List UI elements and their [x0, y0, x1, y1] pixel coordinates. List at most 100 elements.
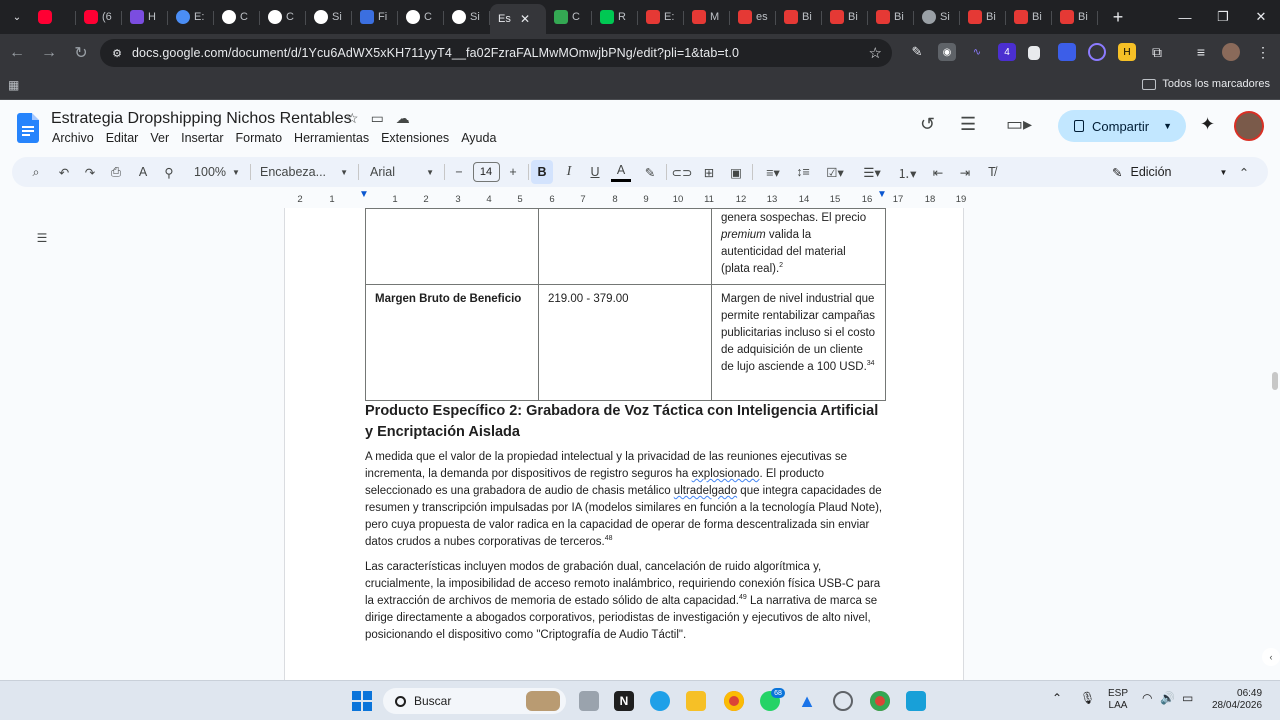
url-text[interactable]: docs.google.com/document/d/1Ycu6AdWX5xKH…: [132, 46, 739, 60]
bookmark-star-icon[interactable]: ☆: [869, 44, 882, 62]
new-tab-button[interactable]: +: [1104, 3, 1132, 31]
h-extension-icon[interactable]: H: [1118, 43, 1136, 61]
wifi-icon[interactable]: ◠: [1142, 691, 1152, 705]
browser-tab[interactable]: E:: [168, 3, 214, 31]
browser-tab[interactable]: Bi: [776, 3, 822, 31]
browser-tab[interactable]: Bi: [1052, 3, 1098, 31]
bulleted-list-icon[interactable]: ☰▾: [857, 157, 887, 187]
version-history-icon[interactable]: ↺: [920, 114, 935, 135]
browser-tab[interactable]: Fi: [352, 3, 398, 31]
section-heading[interactable]: Producto Específico 2: Grabadora de Voz …: [365, 401, 885, 443]
browser-tab[interactable]: Si: [444, 3, 490, 31]
clock-app-icon[interactable]: [833, 691, 853, 711]
spellcheck-word[interactable]: explosionado: [692, 468, 760, 480]
underline-icon[interactable]: U: [585, 157, 605, 187]
browser-tab[interactable]: Bi: [960, 3, 1006, 31]
volume-icon[interactable]: 🔊: [1160, 691, 1175, 705]
footnote-ref[interactable]: 49: [739, 594, 747, 601]
notion-icon[interactable]: N: [614, 691, 634, 711]
battery-icon[interactable]: ▭: [1182, 691, 1193, 705]
task-view-icon[interactable]: [579, 691, 599, 711]
restore-icon[interactable]: ❐: [1204, 0, 1242, 34]
wave-extension-icon[interactable]: ∿: [968, 43, 986, 61]
numbered-list-icon[interactable]: ⒈▾: [892, 157, 922, 187]
clear-formatting-icon[interactable]: T̸: [982, 157, 1002, 187]
browser-tab[interactable]: Si: [306, 3, 352, 31]
browser-tab[interactable]: Bi: [822, 3, 868, 31]
footnote-ref[interactable]: 48: [605, 535, 613, 542]
decrease-font-size-icon[interactable]: −: [452, 157, 466, 187]
row-label[interactable]: Margen Bruto de Beneficio: [365, 284, 539, 401]
purple-extension-icon[interactable]: [1058, 43, 1076, 61]
row-note[interactable]: Margen de nivel industrial que permite r…: [711, 284, 886, 401]
address-bar[interactable]: ⚙ docs.google.com/document/d/1Ycu6AdWX5x…: [100, 39, 892, 67]
share-button[interactable]: Compartir ▼: [1058, 110, 1186, 142]
scroll-thumb[interactable]: [1272, 372, 1278, 390]
extension-icon[interactable]: 4: [998, 43, 1016, 61]
footnote-ref[interactable]: 34: [867, 360, 875, 367]
spellcheck-word[interactable]: ultradelgado: [674, 485, 737, 497]
browser-tab[interactable]: C: [260, 3, 306, 31]
reload-icon[interactable]: ↻: [66, 38, 96, 68]
chrome-profile-icon[interactable]: [870, 691, 890, 711]
azure-icon[interactable]: ▲: [797, 691, 817, 711]
collapse-menus-icon[interactable]: ⌃: [1234, 157, 1254, 187]
browser-tab[interactable]: Si: [914, 3, 960, 31]
bookmark-extension-icon[interactable]: [1028, 46, 1040, 60]
apps-grid-icon[interactable]: ▦: [8, 78, 19, 92]
chrome-icon[interactable]: [724, 691, 744, 711]
browser-tab[interactable]: [30, 3, 76, 31]
forward-icon[interactable]: →: [34, 38, 64, 68]
browser-tab[interactable]: C: [546, 3, 592, 31]
comments-icon[interactable]: ☰: [960, 114, 976, 135]
tray-overflow-icon[interactable]: ⌃: [1052, 691, 1062, 705]
extensions-puzzle-icon[interactable]: ⧉: [1148, 43, 1166, 61]
style-select[interactable]: Encabeza... ▼: [260, 157, 348, 187]
row-value[interactable]: 219.00 - 379.00: [538, 284, 712, 401]
docs-logo[interactable]: [17, 113, 39, 143]
print-icon[interactable]: ⎙: [106, 157, 126, 187]
font-select[interactable]: Arial ▼: [370, 157, 434, 187]
link-icon[interactable]: ⊂⊃: [672, 157, 693, 187]
meet-icon[interactable]: ▭▸: [1006, 114, 1032, 135]
menu-archivo[interactable]: Archivo: [51, 131, 95, 145]
indent-marker-icon[interactable]: ▼: [359, 189, 369, 200]
browser-tab[interactable]: Bi: [1006, 3, 1052, 31]
clock[interactable]: 06:49 28/04/2026: [1212, 688, 1262, 712]
insert-image-icon[interactable]: ▣: [726, 157, 746, 187]
menu-kebab-icon[interactable]: ⋮: [1254, 43, 1272, 61]
cloud-saved-icon[interactable]: ☁: [396, 110, 410, 127]
back-icon[interactable]: ←: [2, 38, 32, 68]
browser-tab[interactable]: es: [730, 3, 776, 31]
edge-icon[interactable]: [650, 691, 670, 711]
star-icon[interactable]: ☆: [346, 110, 359, 127]
browser-tab[interactable]: C: [398, 3, 444, 31]
microphone-icon[interactable]: 🎙: [1080, 691, 1095, 705]
text-color-icon[interactable]: A: [611, 160, 631, 182]
browser-tab[interactable]: H: [122, 3, 168, 31]
decrease-indent-icon[interactable]: ⇤: [928, 157, 948, 187]
profile-avatar[interactable]: [1222, 43, 1240, 61]
input-language[interactable]: ESP LAA: [1108, 688, 1128, 712]
site-info-icon[interactable]: ⚙: [110, 46, 124, 60]
font-size-field[interactable]: 14: [471, 157, 501, 187]
italic-icon[interactable]: I: [559, 157, 579, 187]
body-paragraph[interactable]: A medida que el valor de la propiedad in…: [365, 449, 891, 551]
taskbar-search[interactable]: Buscar: [383, 688, 566, 714]
move-folder-icon[interactable]: ▭: [371, 110, 384, 127]
bold-icon[interactable]: B: [531, 160, 553, 184]
share-dropdown-icon[interactable]: ▼: [1163, 121, 1172, 131]
highlight-icon[interactable]: ✎: [640, 157, 660, 187]
pen-extension-icon[interactable]: ✎: [908, 43, 926, 61]
file-explorer-icon[interactable]: [686, 691, 706, 711]
side-panel-toggle-icon[interactable]: ‹: [1262, 648, 1280, 666]
browser-tab[interactable]: C: [214, 3, 260, 31]
menu-ver[interactable]: Ver: [149, 131, 170, 145]
checklist-icon[interactable]: ☑▾: [820, 157, 850, 187]
horizontal-ruler[interactable]: 2 1 ▼ 1 2 3 4 5 6 7 8 9 10 11 12 13 14 1…: [284, 189, 966, 209]
align-menu-icon[interactable]: ≡▾: [759, 157, 787, 187]
increase-font-size-icon[interactable]: +: [506, 157, 520, 187]
close-tab-icon[interactable]: ✕: [520, 12, 530, 26]
footnote-ref[interactable]: 2: [779, 262, 783, 269]
account-avatar[interactable]: [1234, 111, 1264, 141]
